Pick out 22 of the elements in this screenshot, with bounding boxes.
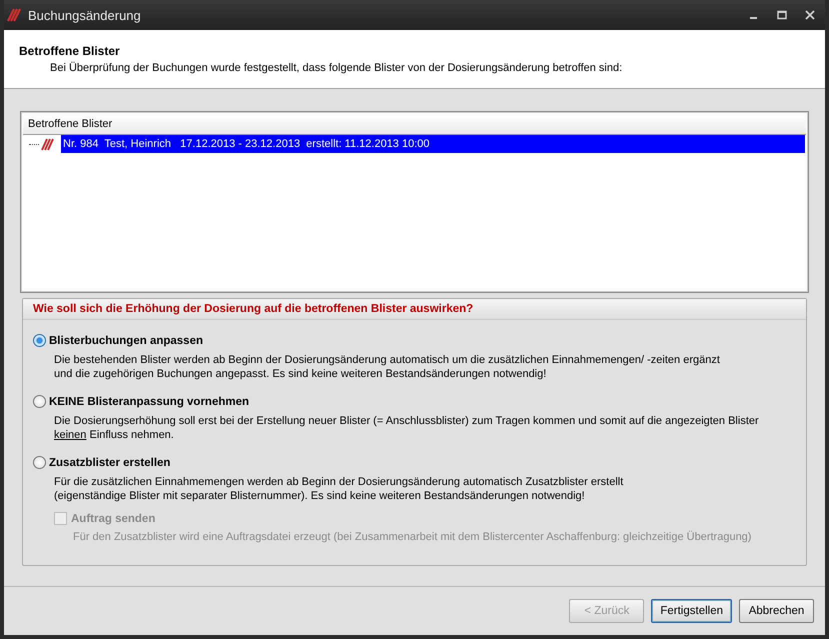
option-description: Für die zusätzlichen Einnahmemengen werden ab Beginn der Dosierungsänderung automatisch Zusatzblister erstellt (eigenständige Blister mit separater Blisternummer). Es sind keine weiteren Bestandsänderungen notwendig! [54,475,624,503]
list-item[interactable]: Nr. 984 Test, Heinrich 17.12.2013 - 23.12.2013 erstellt: 11.12.2013 10:00 [61,135,805,153]
option-label[interactable]: Blisterbuchungen anpassen [49,334,204,346]
page-title: Betroffene Blister [19,44,121,58]
option-description: Die Dosierungserhöhung soll erst bei der Erstellung neuer Blister (= Anschlussblister) zum Tragen kommen und somit auf die angezeigten Blister keinen Einfluss nehmen. [54,414,760,442]
radio-button[interactable] [33,334,46,347]
column-header[interactable]: Betroffene Blister [23,114,806,135]
page-subtitle: Bei Überprüfung der Buchungen wurde festgestellt, dass folgende Blister von der Dosierungsänderung betroffen sind: [49,62,624,74]
window-title: Buchungsänderung [28,8,141,22]
close-icon[interactable] [805,10,815,20]
blister-icon [39,136,55,152]
radio-button[interactable] [33,395,46,408]
dialog-button[interactable]: Fertigstellen [651,599,732,623]
dialog-button[interactable]: Abbrechen [739,599,814,623]
option-label[interactable]: KEINE Blisteranpassung vornehmen [49,396,250,408]
option-label[interactable]: Zusatzblister erstellen [49,456,170,468]
radio-button[interactable] [33,456,46,469]
option-description: Die bestehenden Blister werden ab Beginn der Dosierungsänderung automatisch um die zusätzlichen Einnahmemengen/ -zeiten ergänzt und die zugehörigen Buchungen angepasst. Es sind keine weiteren Bestandsänderungen notwendig! [54,353,721,381]
group-title: Wie soll sich die Erhöhung der Dosierung auf die betroffenen Blister auswirken? [23,299,806,320]
checkbox-description: Für den Zusatzblister wird eine Auftragsdatei erzeugt (bei Zusammenarbeit mit dem Blistercenter Aschaffenburg: gleichzeitige Übertragung) [73,531,752,543]
app-logo-icon [6,7,22,23]
maximize-icon[interactable] [777,10,787,20]
